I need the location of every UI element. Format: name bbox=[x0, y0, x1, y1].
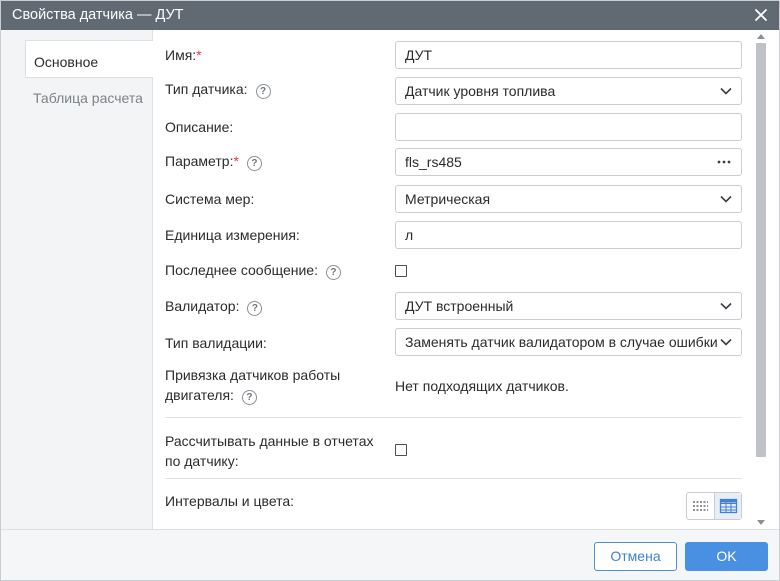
validator-label: Валидатор:? bbox=[165, 296, 263, 316]
last-message-label: Последнее сообщение:? bbox=[165, 260, 341, 280]
divider bbox=[165, 478, 742, 479]
table-icon bbox=[719, 498, 738, 514]
intervals-view-toggle bbox=[686, 492, 742, 520]
intervals-label: Интервалы и цвета: bbox=[165, 493, 295, 509]
scroll-up-icon[interactable] bbox=[757, 34, 765, 39]
more-icon[interactable] bbox=[717, 160, 731, 164]
ok-button[interactable]: OK bbox=[685, 542, 768, 571]
sensor-properties-dialog: Свойства датчика — ДУТ Основное Таблица … bbox=[0, 0, 780, 581]
unit-label: Единица измерения: bbox=[165, 227, 300, 243]
tab-main-label: Основное bbox=[34, 54, 99, 70]
validation-type-label: Тип валидации: bbox=[165, 335, 267, 351]
tab-list: Основное Таблица расчета bbox=[1, 30, 153, 529]
sensor-type-select[interactable]: Датчик уровня топлива bbox=[395, 77, 742, 105]
vertical-scrollbar[interactable] bbox=[754, 30, 779, 529]
dashed-list-icon bbox=[693, 501, 708, 511]
help-icon[interactable]: ? bbox=[241, 390, 257, 405]
help-icon[interactable]: ? bbox=[325, 265, 341, 280]
engine-binding-label-line2: двигателя:? bbox=[165, 385, 257, 405]
calc-reports-label-line2: по датчику: bbox=[165, 453, 239, 469]
unit-input[interactable]: л bbox=[395, 221, 742, 249]
scroll-thumb[interactable] bbox=[756, 43, 766, 457]
tab-calculation-table-label: Таблица расчета bbox=[33, 90, 143, 106]
help-icon[interactable]: ? bbox=[255, 84, 271, 99]
last-message-checkbox[interactable] bbox=[395, 265, 407, 277]
cancel-button[interactable]: Отмена bbox=[594, 542, 677, 571]
validation-type-select[interactable]: Заменять датчик валидатором в случае оши… bbox=[395, 328, 742, 356]
close-icon[interactable] bbox=[752, 6, 770, 24]
calc-reports-label-line1: Рассчитывать данные в отчетах bbox=[165, 433, 374, 449]
dialog-footer: Отмена OK bbox=[1, 529, 779, 580]
divider bbox=[165, 417, 742, 418]
name-input[interactable]: ДУТ bbox=[395, 41, 742, 69]
tab-main[interactable]: Основное bbox=[25, 40, 153, 78]
dialog-title: Свойства датчика — ДУТ bbox=[12, 7, 184, 23]
tab-calculation-table[interactable]: Таблица расчета bbox=[25, 78, 153, 116]
name-label: Имя:* bbox=[165, 47, 202, 63]
chevron-down-icon bbox=[720, 338, 732, 346]
scroll-down-icon[interactable] bbox=[757, 520, 765, 525]
parameter-label: Параметр:*? bbox=[165, 151, 262, 171]
engine-binding-value: Нет подходящих датчиков. bbox=[395, 378, 569, 394]
chevron-down-icon bbox=[720, 195, 732, 203]
help-icon[interactable]: ? bbox=[246, 156, 262, 171]
validator-select[interactable]: ДУТ встроенный bbox=[395, 292, 742, 320]
measure-system-label: Система мер: bbox=[165, 191, 255, 207]
dashed-list-view-button[interactable] bbox=[687, 493, 714, 519]
form-content: Имя:* ДУТ Тип датчика:? Датчик уровня то… bbox=[153, 30, 754, 529]
required-mark: * bbox=[233, 153, 239, 169]
table-view-button[interactable] bbox=[714, 493, 741, 519]
description-input[interactable] bbox=[395, 113, 742, 141]
help-icon[interactable]: ? bbox=[247, 301, 263, 316]
calc-reports-checkbox[interactable] bbox=[395, 444, 407, 456]
measure-system-select[interactable]: Метрическая bbox=[395, 185, 742, 213]
title-bar: Свойства датчика — ДУТ bbox=[1, 1, 779, 30]
chevron-down-icon bbox=[720, 87, 732, 95]
sensor-type-label: Тип датчика:? bbox=[165, 79, 271, 99]
description-label: Описание: bbox=[165, 119, 234, 135]
parameter-input[interactable]: fls_rs485 bbox=[395, 148, 742, 176]
required-mark: * bbox=[196, 47, 202, 63]
chevron-down-icon bbox=[720, 302, 732, 310]
engine-binding-label-line1: Привязка датчиков работы bbox=[165, 367, 341, 383]
